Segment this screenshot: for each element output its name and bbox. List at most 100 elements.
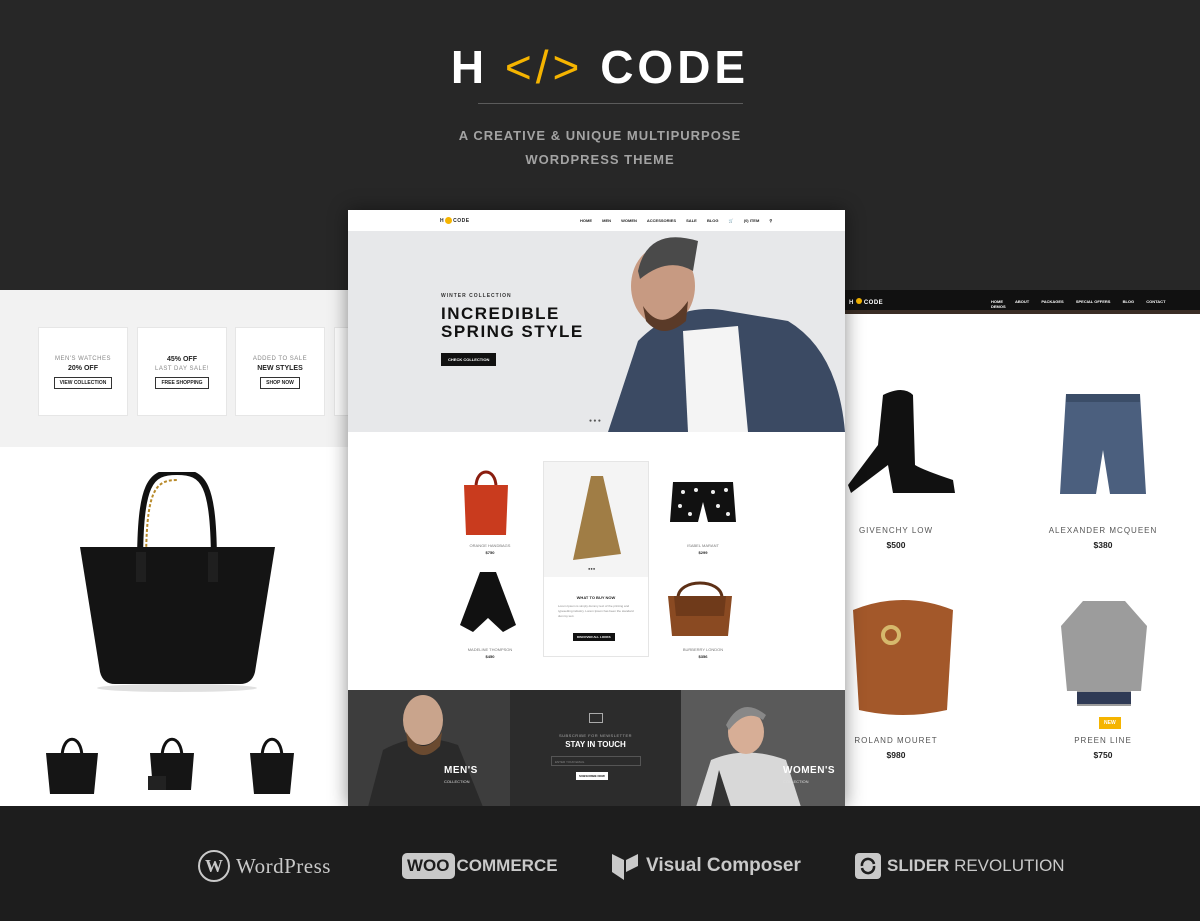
center-screen-preview: H CODE HOME MEN WOMEN ACCESSORIES SALE BL…: [348, 210, 845, 807]
promo-line-2: LAST DAY SALE!: [154, 366, 210, 372]
model-photo: [608, 237, 845, 432]
womens-label: WOMEN'S: [783, 765, 835, 776]
polka-dot-shorts-image: [670, 482, 736, 522]
feature-heading: WHAT TO BUY NOW: [576, 595, 616, 600]
hero-title: INCREDIBLE SPRING STYLE: [441, 305, 584, 341]
nav-item[interactable]: BLOG: [1123, 299, 1135, 304]
feature-dots[interactable]: ●●●: [588, 566, 595, 571]
slider-revolution-icon: [855, 853, 881, 879]
nav-item[interactable]: SALE: [686, 218, 697, 223]
product-name: PREEN LINE: [1074, 736, 1132, 745]
code-bracket-icon: </>: [504, 41, 584, 93]
check-collection-button[interactable]: CHECK COLLECTION: [441, 353, 497, 366]
mens-collection-banner[interactable]: MEN'S COLLECTION: [348, 690, 510, 807]
product-card[interactable]: ALEXANDER MCQUEEN $380: [1028, 526, 1178, 550]
wordpress-text: WordPress: [236, 853, 331, 878]
product-price: $500: [886, 540, 906, 550]
hero-subtitle: WINTER COLLECTION: [441, 293, 512, 299]
showcase: H </> CODE A CREATIVE & UNIQUE MULTIPURP…: [0, 0, 1200, 921]
visual-composer-text: Visual Composer: [646, 855, 801, 876]
promo-line-1: MEN'S WATCHES: [55, 356, 111, 362]
right-nav-bar: H CODE HOME ABOUT PACKAGES SPECIAL OFFERS…: [843, 290, 1200, 314]
product-card[interactable]: BURBERRY LONDON $356: [658, 647, 748, 659]
nav-item[interactable]: PACKAGES: [1041, 299, 1063, 304]
promo-button[interactable]: VIEW COLLECTION: [53, 377, 113, 389]
product-card[interactable]: GIVENCHY LOW $500: [843, 526, 971, 550]
right-logo[interactable]: H CODE: [849, 298, 883, 306]
product-card[interactable]: ROLAND MOURET $980: [843, 736, 971, 760]
mens-model-photo: [368, 695, 483, 807]
discover-button[interactable]: DISCOVER ALL LOOKS: [573, 633, 615, 641]
promo-box[interactable]: ADDED TO SALE NEW STYLES SHOP NOW: [235, 327, 325, 416]
nav-item[interactable]: BLOG: [707, 218, 719, 223]
nav-item[interactable]: ACCESSORIES: [647, 218, 676, 223]
brown-satchel-image: [668, 581, 732, 636]
feature-card[interactable]: ●●● WHAT TO BUY NOW Lorem Ipsum is simpl…: [543, 461, 649, 657]
feature-text: Lorem Ipsum is simply dummy text of the …: [558, 604, 634, 618]
promo-button[interactable]: FREE SHOPPING: [155, 377, 209, 389]
logo-left: H: [450, 41, 489, 93]
nav-item[interactable]: SPECIAL OFFERS: [1076, 299, 1111, 304]
logo-dot-icon: [855, 298, 862, 304]
woocommerce-brand: WOO COMMERCE: [402, 848, 558, 884]
product-price: $450: [485, 654, 495, 659]
bag-thumbnail[interactable]: [142, 728, 202, 798]
cart-icon[interactable]: 🛒: [729, 218, 734, 223]
new-badge: NEW: [1099, 717, 1121, 729]
woocommerce-text: COMMERCE: [456, 856, 558, 875]
womens-collection-banner[interactable]: WOMEN'S COLLECTION: [681, 690, 845, 807]
promo-button[interactable]: SHOP NOW: [260, 377, 300, 389]
center-nav-bar: H CODE HOME MEN WOMEN ACCESSORIES SALE BL…: [348, 210, 845, 231]
promo-line-2: NEW STYLES: [257, 365, 303, 372]
poncho-image: [573, 476, 621, 560]
promo-line-1: ADDED TO SALE: [252, 356, 308, 362]
tagline-line-1: A CREATIVE & UNIQUE MULTIPURPOSE: [458, 128, 742, 143]
product-card[interactable]: PREEN LINE $750: [1028, 736, 1178, 760]
promo-box[interactable]: MEN'S WATCHES 20% OFF VIEW COLLECTION: [38, 327, 128, 416]
bag-thumbnail[interactable]: [42, 728, 102, 798]
svg-text:W: W: [205, 856, 223, 876]
product-price: $299: [698, 550, 708, 555]
cart-count[interactable]: (0) ITEM: [744, 218, 760, 223]
slider-revolution-text: SLIDER REVOLUTION: [887, 856, 1065, 876]
black-cape-image: [460, 572, 516, 632]
slider-dots[interactable]: ● ● ●: [589, 418, 601, 424]
wordpress-icon: W: [198, 850, 230, 882]
nav-item[interactable]: DEMOS: [991, 304, 1006, 309]
product-price: $750: [1093, 750, 1113, 760]
nav-item[interactable]: CONTACT: [1146, 299, 1165, 304]
right-nav-menu: HOME ABOUT PACKAGES SPECIAL OFFERS BLOG …: [991, 299, 1200, 309]
product-card[interactable]: ORANGE HANDBAGS $750: [445, 543, 535, 555]
product-price: $356: [698, 654, 708, 659]
visual-composer-brand: Visual Composer: [610, 848, 801, 884]
subscribe-button[interactable]: SUBSCRIBE NOW: [576, 772, 608, 780]
product-name: MADELINE THOMPSON: [467, 647, 513, 652]
product-price: $380: [1093, 540, 1113, 550]
slider-text: SLIDER: [887, 856, 950, 875]
product-name: ALEXANDER MCQUEEN: [1048, 526, 1158, 535]
newsletter-title: STAY IN TOUCH: [565, 740, 626, 749]
divider: [478, 103, 743, 104]
leather-bucket-bag-image: [853, 600, 953, 715]
product-card[interactable]: MADELINE THOMPSON $450: [445, 647, 535, 659]
product-card[interactable]: ISABEL MARANT $299: [658, 543, 748, 555]
product-price: $980: [886, 750, 906, 760]
nav-item[interactable]: WOMEN: [621, 218, 637, 223]
wordpress-brand: W WordPress: [198, 848, 331, 884]
email-input[interactable]: ENTER YOUR EMAIL: [551, 756, 641, 766]
newsletter-kicker: SUBSCRIBE FOR NEWSLETTER: [558, 733, 633, 738]
wedge-shoe-image: [848, 390, 955, 493]
left-screen-preview: MEN'S WATCHES 20% OFF VIEW COLLECTION 45…: [0, 290, 352, 806]
promo-box[interactable]: 45% OFF LAST DAY SALE! FREE SHOPPING: [137, 327, 227, 416]
center-logo-right: CODE: [453, 217, 470, 224]
nav-item[interactable]: HOME: [580, 218, 592, 223]
nav-item[interactable]: ABOUT: [1015, 299, 1029, 304]
mens-label: MEN'S: [444, 765, 478, 776]
center-logo[interactable]: H CODE: [440, 217, 470, 224]
bag-thumbnail[interactable]: [242, 728, 302, 798]
nav-item[interactable]: MEN: [602, 218, 611, 223]
denim-shorts-image: [1060, 394, 1146, 494]
product-grid: ORANGE HANDBAGS $750 ●●● WHAT TO BUY NOW…: [348, 432, 845, 690]
tagline-line-2: WORDPRESS THEME: [525, 152, 675, 167]
search-icon[interactable]: ⚲: [769, 218, 772, 223]
